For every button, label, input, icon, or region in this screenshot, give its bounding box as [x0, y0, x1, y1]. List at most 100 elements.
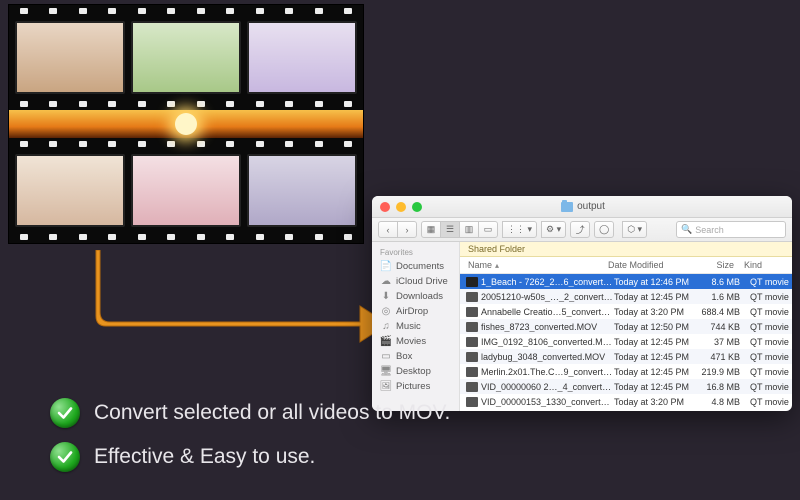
file-kind: QT movie	[748, 277, 792, 287]
sidebar-item[interactable]: ◎AirDrop	[372, 304, 459, 319]
file-date: Today at 3:20 PM	[614, 397, 700, 407]
close-button[interactable]	[380, 202, 390, 212]
file-kind: QT movie	[748, 367, 792, 377]
file-size: 1.6 MB	[700, 292, 748, 302]
file-icon	[466, 277, 478, 287]
file-row[interactable]: VID_00000153_1330_converted.MOVToday at …	[460, 394, 792, 409]
action-button[interactable]: ⚙ ▾	[541, 221, 566, 238]
col-name: Name	[468, 260, 492, 270]
file-kind: QT movie	[748, 322, 792, 332]
finder-sidebar: Favorites 📄Documents ☁ iCloud Drive ⬇ Downlo…	[372, 242, 460, 411]
download-icon: ⬇	[380, 292, 392, 302]
file-icon	[466, 352, 478, 362]
shared-folder-banner: Shared Folder	[460, 242, 792, 257]
file-row[interactable]: fishes_8723_converted.MOVToday at 12:50 …	[460, 319, 792, 334]
file-icon	[466, 382, 478, 392]
sidebar-item-label: Desktop	[396, 366, 431, 377]
file-name: VID_00000153_1330_converted.MOV	[481, 397, 614, 407]
desktop-icon: 🖥	[380, 367, 392, 377]
file-row[interactable]: VID_00000060 2…_4_converted.MOVToday at …	[460, 379, 792, 394]
file-row[interactable]: Merlin.2x01.The.C…9_converted.MOVToday a…	[460, 364, 792, 379]
file-list: 1_Beach - 7262_2…6_converted.MOVToday at…	[460, 274, 792, 411]
sidebar-item[interactable]: 🎬Movies	[372, 334, 459, 349]
file-kind: QT movie	[748, 307, 792, 317]
pictures-icon: 🖼	[380, 382, 392, 392]
sidebar-item[interactable]: ▭ Box	[372, 349, 459, 364]
view-list-button[interactable]: ☰	[440, 221, 460, 238]
sidebar-item-label: Box	[396, 351, 412, 362]
file-date: Today at 12:45 PM	[614, 367, 700, 377]
box-icon: ▭	[380, 352, 392, 362]
file-kind: QT movie	[748, 352, 792, 362]
file-kind: QT movie	[748, 382, 792, 392]
file-size: 744 KB	[700, 322, 748, 332]
sidebar-item-label: Documents	[396, 261, 444, 272]
favorites-header: Favorites	[372, 246, 459, 259]
sidebar-item-label: Downloads	[396, 291, 443, 302]
view-column-button[interactable]: ▥	[459, 221, 479, 238]
cloud-icon: ☁	[380, 277, 392, 287]
file-icon	[466, 307, 478, 317]
sidebar-item-label: iCloud Drive	[396, 276, 448, 287]
file-row[interactable]: 20051210-w50s_…_2_converted.MOVToday at …	[460, 289, 792, 304]
window-title: output	[577, 201, 605, 212]
file-size: 37 MB	[700, 337, 748, 347]
view-icon-button[interactable]: ▦	[421, 221, 441, 238]
sidebar-item[interactable]: ⬇ Downloads	[372, 289, 459, 304]
file-name: IMG_0192_8106_converted.MOV	[481, 337, 614, 347]
tags-button[interactable]: ◯	[594, 221, 614, 238]
minimize-button[interactable]	[396, 202, 406, 212]
file-size: 219.9 MB	[700, 367, 748, 377]
back-button[interactable]: ‹	[378, 221, 398, 238]
arrange-button[interactable]: ⋮⋮ ▾	[502, 221, 537, 238]
sidebar-item[interactable]: 🖼 Pictures	[372, 379, 459, 394]
file-kind: QT movie	[748, 397, 792, 407]
dropbox-button[interactable]: ⬡ ▾	[622, 221, 647, 238]
file-name: Annabelle Creatio…5_converted.MOV	[481, 307, 614, 317]
feature-text: Convert selected or all videos to MOV.	[94, 401, 450, 425]
file-date: Today at 12:45 PM	[614, 382, 700, 392]
file-date: Today at 12:45 PM	[614, 337, 700, 347]
sidebar-item[interactable]: ♫Music	[372, 319, 459, 334]
file-size: 16.8 MB	[700, 382, 748, 392]
file-name: 20051210-w50s_…_2_converted.MOV	[481, 292, 614, 302]
file-icon	[466, 367, 478, 377]
search-field[interactable]: 🔍 Search	[676, 221, 786, 238]
col-size: Size	[694, 260, 742, 270]
file-date: Today at 12:45 PM	[614, 352, 700, 362]
zoom-button[interactable]	[412, 202, 422, 212]
file-kind: QT movie	[748, 292, 792, 302]
sidebar-item-label: AirDrop	[396, 306, 428, 317]
file-icon	[466, 292, 478, 302]
arrow-icon	[80, 250, 390, 370]
file-size: 4.8 MB	[700, 397, 748, 407]
feature-text: Effective & Easy to use.	[94, 445, 315, 469]
file-row[interactable]: 1_Beach - 7262_2…6_converted.MOVToday at…	[460, 274, 792, 289]
file-row[interactable]: ladybug_3048_converted.MOVToday at 12:45…	[460, 349, 792, 364]
finder-titlebar: output	[372, 196, 792, 218]
file-size: 688.4 MB	[700, 307, 748, 317]
col-kind: Kind	[742, 260, 792, 270]
file-name: 1_Beach - 7262_2…6_converted.MOV	[481, 277, 614, 287]
column-headers[interactable]: Name▴ Date Modified Size Kind	[460, 257, 792, 274]
sidebar-item-label: Music	[396, 321, 421, 332]
file-icon	[466, 397, 478, 407]
sidebar-item[interactable]: 📄Documents	[372, 259, 459, 274]
view-cover-button[interactable]: ▭	[478, 221, 498, 238]
forward-button[interactable]: ›	[397, 221, 417, 238]
file-name: VID_00000060 2…_4_converted.MOV	[481, 382, 614, 392]
file-row[interactable]: Annabelle Creatio…5_converted.MOVToday a…	[460, 304, 792, 319]
share-button[interactable]: ⤴	[570, 221, 590, 238]
file-icon	[466, 337, 478, 347]
finder-window: output ‹ › ▦ ☰ ▥ ▭ ⋮⋮ ▾ ⚙ ▾ ⤴ ◯ ⬡ ▾ 🔍 Se…	[372, 196, 792, 411]
file-row[interactable]: IMG_0192_8106_converted.MOVToday at 12:4…	[460, 334, 792, 349]
feature-bullet: Convert selected or all videos to MOV.	[50, 398, 450, 428]
sidebar-item-label: Pictures	[396, 381, 430, 392]
finder-toolbar: ‹ › ▦ ☰ ▥ ▭ ⋮⋮ ▾ ⚙ ▾ ⤴ ◯ ⬡ ▾ 🔍 Search	[372, 218, 792, 242]
file-date: Today at 12:46 PM	[614, 277, 700, 287]
checkmark-icon	[50, 398, 80, 428]
sidebar-item[interactable]: ☁ iCloud Drive	[372, 274, 459, 289]
sidebar-item[interactable]: 🖥 Desktop	[372, 364, 459, 379]
file-kind: QT movie	[748, 337, 792, 347]
col-date: Date Modified	[608, 260, 694, 270]
